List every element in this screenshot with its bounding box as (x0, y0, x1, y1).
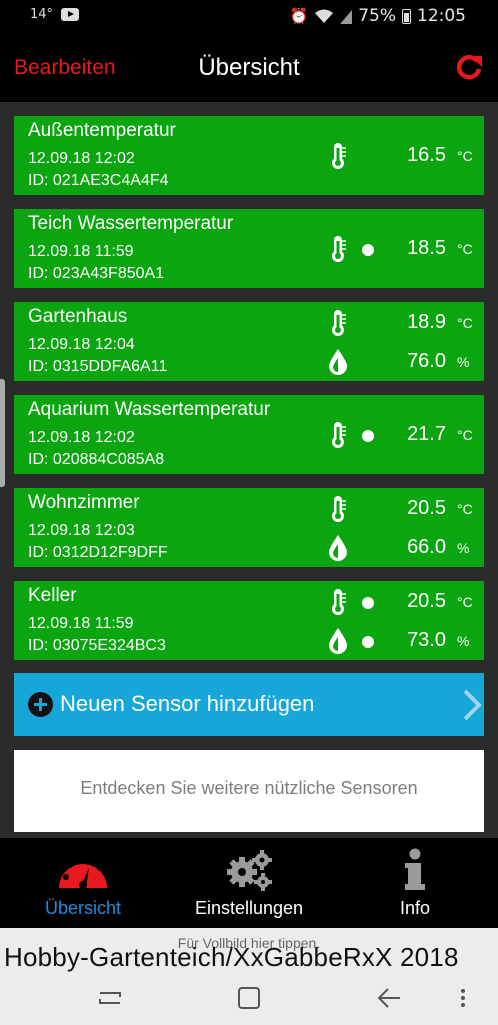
youtube-notification-icon (61, 8, 80, 21)
sensor-reading: 76.0% (14, 348, 484, 376)
alarm-icon: ⏰ (289, 7, 309, 25)
battery-percent: 75% (358, 6, 396, 26)
sensor-card[interactable]: Aquarium Wassertemperatur 12.09.18 12:02 I… (14, 395, 484, 474)
app-header: Bearbeiten Übersicht (0, 34, 498, 102)
add-sensor-button[interactable]: Neuen Sensor hinzufügen (14, 673, 484, 736)
sensor-name: Teich Wassertemperatur (28, 213, 234, 234)
sensor-name: Aquarium Wassertemperatur (28, 399, 271, 420)
sensor-card[interactable]: Gartenhaus 12.09.18 12:04 ID: 0315DDFA6A11… (14, 302, 484, 381)
system-navigation-area: Für Vollbild hier tippen. Hobby-Gartente… (0, 928, 498, 1025)
tab-info[interactable]: Info (332, 838, 498, 928)
reading-unit: % (457, 540, 470, 556)
status-dot-icon (362, 597, 374, 609)
refresh-icon[interactable] (454, 52, 484, 82)
sensor-card[interactable]: Wohnzimmer 12.09.18 12:03 ID: 0312D12F9DFF… (14, 488, 484, 567)
reading-value: 73.0 (407, 629, 446, 651)
plus-circle-icon (28, 692, 53, 717)
status-left: 14° (30, 7, 80, 22)
humidity-drop-icon (328, 534, 348, 562)
thermometer-icon (328, 142, 348, 170)
home-icon[interactable] (234, 983, 264, 1013)
status-dot-icon (362, 244, 374, 256)
reading-value: 20.5 (407, 590, 446, 612)
gears-icon (227, 850, 272, 891)
info-icon (405, 848, 425, 890)
tab-uebersicht[interactable]: Übersicht (0, 838, 166, 928)
reading-unit: °C (457, 501, 473, 517)
sensor-reading: 20.5 °C (14, 588, 484, 616)
tab-label-info: Info (399, 898, 431, 918)
tab-einstellungen[interactable]: Einstellungen (166, 838, 332, 928)
sensor-list-area: Außentemperatur 12.09.18 12:02 ID: 021AE3C… (0, 102, 498, 838)
humidity-drop-icon (328, 348, 348, 376)
thermometer-icon (328, 421, 348, 449)
thermometer-icon (328, 495, 348, 523)
sensor-card[interactable]: Teich Wassertemperatur 12.09.18 11:59 ID: … (14, 209, 484, 288)
edge-panel-handle[interactable] (0, 379, 5, 487)
status-bar: 14° ⏰ 75% 12:05 (0, 0, 498, 34)
reading-unit: °C (457, 427, 473, 443)
chevron-right-icon (463, 689, 482, 721)
thermometer-icon (328, 235, 348, 263)
add-sensor-label: Neuen Sensor hinzufügen (60, 691, 315, 716)
status-dot-icon (362, 430, 374, 442)
sensor-name: Außentemperatur (28, 120, 176, 141)
back-arrow-icon[interactable] (374, 983, 404, 1013)
sensor-id: ID: 023A43F850A1 (28, 265, 165, 282)
reading-unit: °C (457, 315, 473, 331)
status-temperature: 14° (30, 7, 54, 22)
recent-apps-icon[interactable] (95, 983, 125, 1013)
signal-icon (340, 10, 353, 24)
sensor-card[interactable]: Außentemperatur 12.09.18 12:02 ID: 021AE3C… (14, 116, 484, 195)
reading-value: 18.9 (407, 311, 446, 333)
reading-value: 20.5 (407, 497, 446, 519)
tab-label-uebersicht: Übersicht (44, 898, 122, 918)
sensor-id: ID: 020884C085A8 (28, 451, 165, 468)
sensor-reading: 21.7 °C (14, 421, 484, 449)
watermark-text: Hobby-Gartenteich/XxGabbeRxX 2018 (4, 942, 459, 972)
reading-unit: °C (457, 241, 473, 257)
sensor-reading: 66.0% (14, 534, 484, 562)
reading-value: 16.5 (407, 144, 446, 166)
thermometer-icon (328, 309, 348, 337)
sensor-reading: 20.5 °C (14, 495, 484, 523)
reading-value: 76.0 (407, 350, 446, 372)
tab-label-einstellungen: Einstellungen (194, 898, 304, 918)
sensor-reading: 16.5 °C (14, 142, 484, 170)
discover-label: Entdecken Sie weitere nützliche Sensoren (80, 778, 418, 798)
reading-value: 18.5 (407, 237, 446, 259)
page-title: Übersicht (198, 54, 300, 81)
sensor-card[interactable]: Keller 12.09.18 11:59 ID: 03075E324BC3 20.5… (14, 581, 484, 660)
sensor-id: ID: 021AE3C4A4F4 (28, 172, 169, 189)
thermometer-icon (328, 588, 348, 616)
more-options-icon[interactable] (450, 983, 476, 1013)
sensor-reading: 73.0% (14, 627, 484, 655)
status-right: ⏰ 75% 12:05 (290, 6, 466, 26)
wifi-icon (315, 9, 334, 23)
reading-value: 66.0 (407, 536, 446, 558)
sensor-reading: 18.5 °C (14, 235, 484, 263)
bottom-tab-bar: Übersicht Einstellungen Info (0, 838, 498, 928)
reading-unit: °C (457, 148, 473, 164)
status-dot-icon (362, 636, 374, 648)
discover-sensors-banner[interactable]: Entdecken Sie weitere nützliche Sensoren (14, 750, 484, 832)
reading-value: 21.7 (407, 423, 446, 445)
status-time: 12:05 (417, 6, 466, 26)
reading-unit: °C (457, 594, 473, 610)
battery-icon (402, 8, 411, 24)
humidity-drop-icon (328, 627, 348, 655)
reading-unit: % (457, 354, 470, 370)
gauge-icon (59, 856, 107, 889)
reading-unit: % (457, 633, 470, 649)
sensor-reading: 18.9 °C (14, 309, 484, 337)
